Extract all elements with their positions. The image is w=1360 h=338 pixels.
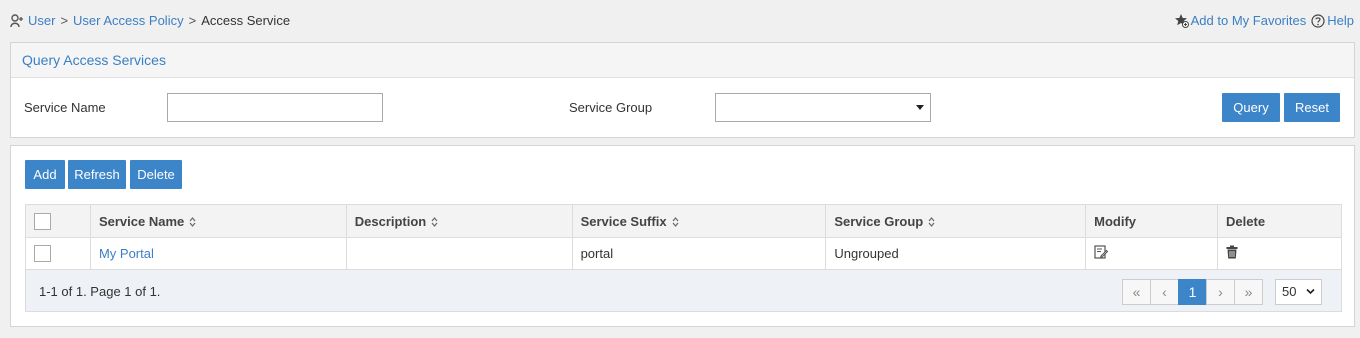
service-group-cell: Ungrouped	[825, 237, 1087, 270]
column-header-modify: Modify	[1085, 204, 1219, 238]
previous-page-button[interactable]: ‹	[1150, 279, 1179, 305]
user-home-icon	[10, 13, 23, 27]
select-all-header	[25, 204, 91, 238]
breadcrumb-user-access-policy-link[interactable]: User Access Policy	[73, 13, 184, 28]
service-suffix-cell: portal	[571, 237, 827, 270]
help-icon	[1311, 13, 1325, 28]
refresh-button[interactable]: Refresh	[68, 160, 126, 189]
services-table: Service Name Description Service Suffix …	[25, 204, 1342, 270]
help-label: Help	[1327, 13, 1354, 28]
chevron-down-icon	[1306, 288, 1315, 295]
query-panel-title: Query Access Services	[11, 43, 1354, 78]
add-to-favorites-link[interactable]: Add to My Favorites	[1174, 13, 1307, 28]
service-name-cell: My Portal	[89, 237, 347, 270]
sort-icon	[672, 217, 679, 227]
sort-icon	[189, 217, 196, 227]
add-to-favorites-label: Add to My Favorites	[1190, 13, 1307, 28]
sort-icon	[431, 217, 438, 227]
breadcrumb: User > User Access Policy > Access Servi…	[10, 13, 290, 28]
help-link[interactable]: Help	[1311, 13, 1354, 28]
top-links: Add to My Favorites Help	[1174, 13, 1354, 28]
row-select-cell	[25, 237, 91, 270]
service-name-link[interactable]: My Portal	[99, 246, 154, 261]
query-panel: Query Access Services Service Name Servi…	[10, 42, 1355, 138]
column-label: Description	[354, 213, 427, 229]
list-panel: Add Refresh Delete Service Name Descript…	[10, 145, 1355, 327]
row-checkbox[interactable]	[34, 245, 51, 263]
reset-button[interactable]: Reset	[1284, 93, 1340, 122]
pagination-info: 1-1 of 1. Page 1 of 1.	[39, 284, 161, 299]
breadcrumb-separator: >	[60, 13, 69, 28]
column-label: Service Group	[834, 213, 924, 229]
top-bar: User > User Access Policy > Access Servi…	[0, 0, 1360, 42]
service-group-select[interactable]	[715, 93, 931, 122]
last-page-button[interactable]: »	[1234, 279, 1263, 305]
first-page-button[interactable]: «	[1122, 279, 1151, 305]
service-name-label: Service Name	[24, 100, 106, 115]
edit-icon[interactable]	[1094, 245, 1109, 259]
sort-icon	[928, 217, 935, 227]
breadcrumb-user-link[interactable]: User	[28, 13, 55, 28]
pagination-bar: 1-1 of 1. Page 1 of 1. « ‹ 1 › » 50	[25, 270, 1342, 312]
modify-cell	[1085, 237, 1219, 270]
delete-cell	[1217, 237, 1342, 270]
page-size-select[interactable]: 50	[1275, 279, 1322, 305]
column-header-service-group[interactable]: Service Group	[825, 204, 1087, 238]
column-header-delete: Delete	[1217, 204, 1342, 238]
description-cell	[345, 237, 573, 270]
page-size-value: 50	[1282, 284, 1297, 299]
delete-button[interactable]: Delete	[130, 160, 182, 189]
column-header-description[interactable]: Description	[345, 204, 573, 238]
trash-icon[interactable]	[1226, 245, 1238, 259]
next-page-button[interactable]: ›	[1206, 279, 1235, 305]
breadcrumb-separator: >	[188, 13, 197, 28]
add-button[interactable]: Add	[25, 160, 65, 189]
pagination-controls: « ‹ 1 › »	[1122, 279, 1263, 305]
service-name-input[interactable]	[167, 93, 383, 122]
chevron-down-icon	[916, 105, 924, 110]
column-header-service-suffix[interactable]: Service Suffix	[571, 204, 827, 238]
table-header-row: Service Name Description Service Suffix …	[25, 204, 1342, 238]
star-add-icon	[1174, 14, 1189, 28]
table-row: My Portal portal Ungrouped	[25, 237, 1342, 270]
page-1-button[interactable]: 1	[1178, 279, 1207, 305]
breadcrumb-current: Access Service	[201, 13, 291, 28]
service-group-label: Service Group	[569, 100, 653, 115]
column-header-service-name[interactable]: Service Name	[89, 204, 347, 238]
select-all-checkbox[interactable]	[34, 212, 51, 230]
column-label: Service Name	[98, 213, 185, 229]
query-button[interactable]: Query	[1222, 93, 1280, 122]
column-label: Service Suffix	[580, 213, 667, 229]
